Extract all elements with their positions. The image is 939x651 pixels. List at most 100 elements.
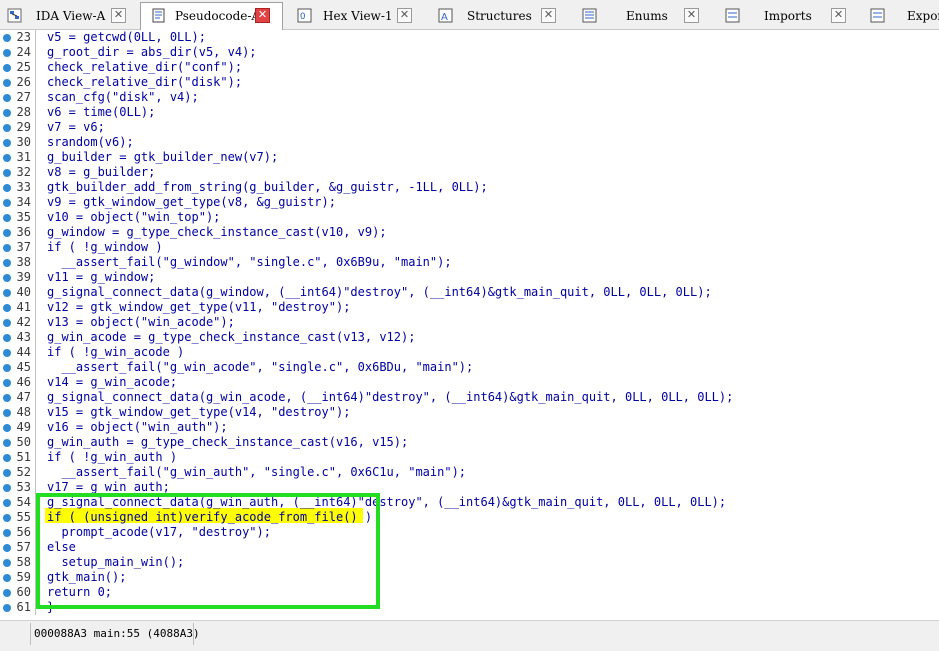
breakpoint-dot-icon[interactable]	[3, 199, 11, 207]
code-text[interactable]: check_relative_dir("disk");	[47, 75, 242, 90]
close-icon[interactable]: ✕	[111, 8, 126, 23]
breakpoint-dot-icon[interactable]	[3, 574, 11, 582]
breakpoint-dot-icon[interactable]	[3, 34, 11, 42]
close-icon[interactable]: ✕	[684, 8, 699, 23]
close-icon[interactable]: ✕	[397, 8, 412, 23]
breakpoint-dot-icon[interactable]	[3, 514, 11, 522]
tab-imports[interactable]: Imports ✕	[719, 3, 861, 29]
code-text[interactable]: g_signal_connect_data(g_win_acode, (__in…	[47, 390, 733, 405]
code-line[interactable]: 44 if ( !g_win_acode )	[0, 345, 939, 360]
code-text[interactable]: v6 = time(0LL);	[47, 105, 155, 120]
code-text[interactable]: v12 = gtk_window_get_type(v11, "destroy"…	[47, 300, 350, 315]
code-text[interactable]: v10 = object("win_top");	[47, 210, 220, 225]
code-line[interactable]: 29 v7 = v6;	[0, 120, 939, 135]
breakpoint-dot-icon[interactable]	[3, 559, 11, 567]
breakpoint-dot-icon[interactable]	[3, 244, 11, 252]
breakpoint-dot-icon[interactable]	[3, 169, 11, 177]
breakpoint-dot-icon[interactable]	[3, 109, 11, 117]
tab-enums[interactable]: Enums ✕	[575, 3, 711, 29]
breakpoint-dot-icon[interactable]	[3, 229, 11, 237]
tab-pseudocode-a[interactable]: Pseudocode-A ✕	[140, 2, 283, 30]
breakpoint-dot-icon[interactable]	[3, 334, 11, 342]
code-line[interactable]: 41 v12 = gtk_window_get_type(v11, "destro…	[0, 300, 939, 315]
breakpoint-dot-icon[interactable]	[3, 94, 11, 102]
code-line[interactable]: 31 g_builder = gtk_builder_new(v7);	[0, 150, 939, 165]
breakpoint-dot-icon[interactable]	[3, 409, 11, 417]
code-text[interactable]: if ( !g_window )	[47, 240, 163, 255]
code-text[interactable]: __assert_fail("g_win_auth", "single.c", …	[47, 465, 466, 480]
close-icon[interactable]: ✕	[541, 8, 556, 23]
breakpoint-dot-icon[interactable]	[3, 319, 11, 327]
code-text[interactable]: check_relative_dir("conf");	[47, 60, 242, 75]
breakpoint-dot-icon[interactable]	[3, 64, 11, 72]
breakpoint-dot-icon[interactable]	[3, 469, 11, 477]
code-text[interactable]: __assert_fail("g_win_acode", "single.c",…	[47, 360, 473, 375]
code-line[interactable]: 37 if ( !g_window )	[0, 240, 939, 255]
code-line[interactable]: 39 v11 = g_window;	[0, 270, 939, 285]
code-line[interactable]: 52 __assert_fail("g_win_auth", "single.c…	[0, 465, 939, 480]
code-text[interactable]: g_signal_connect_data(g_window, (__int64…	[47, 285, 712, 300]
code-line[interactable]: 36 g_window = g_type_check_instance_cast(…	[0, 225, 939, 240]
code-line[interactable]: 38 __assert_fail("g_window", "single.c",…	[0, 255, 939, 270]
code-text[interactable]: v13 = object("win_acode");	[47, 315, 235, 330]
code-text[interactable]: g_win_acode = g_type_check_instance_cast…	[47, 330, 415, 345]
code-line[interactable]: 34 v9 = gtk_window_get_type(v8, &g_guistr…	[0, 195, 939, 210]
breakpoint-dot-icon[interactable]	[3, 439, 11, 447]
breakpoint-dot-icon[interactable]	[3, 379, 11, 387]
breakpoint-dot-icon[interactable]	[3, 184, 11, 192]
breakpoint-dot-icon[interactable]	[3, 544, 11, 552]
code-line[interactable]: 45 __assert_fail("g_win_acode", "single.…	[0, 360, 939, 375]
breakpoint-dot-icon[interactable]	[3, 274, 11, 282]
code-text[interactable]: g_root_dir = abs_dir(v5, v4);	[47, 45, 257, 60]
code-text[interactable]: v9 = gtk_window_get_type(v8, &g_guistr);	[47, 195, 336, 210]
breakpoint-dot-icon[interactable]	[3, 529, 11, 537]
code-text[interactable]: v15 = gtk_window_get_type(v14, "destroy"…	[47, 405, 350, 420]
code-text[interactable]: srandom(v6);	[47, 135, 134, 150]
code-line[interactable]: 32 v8 = g_builder;	[0, 165, 939, 180]
code-text[interactable]: __assert_fail("g_window", "single.c", 0x…	[47, 255, 451, 270]
breakpoint-dot-icon[interactable]	[3, 214, 11, 222]
breakpoint-dot-icon[interactable]	[3, 484, 11, 492]
close-icon[interactable]: ✕	[255, 8, 270, 23]
breakpoint-dot-icon[interactable]	[3, 424, 11, 432]
tab-hex-view-1[interactable]: O Hex View-1 ✕	[291, 3, 425, 29]
code-text[interactable]: if ( !g_win_acode )	[47, 345, 184, 360]
breakpoint-dot-icon[interactable]	[3, 364, 11, 372]
code-text[interactable]: v7 = v6;	[47, 120, 105, 135]
code-line[interactable]: 24 g_root_dir = abs_dir(v5, v4);	[0, 45, 939, 60]
breakpoint-dot-icon[interactable]	[3, 79, 11, 87]
code-line[interactable]: 30 srandom(v6);	[0, 135, 939, 150]
code-line[interactable]: 33 gtk_builder_add_from_string(g_builder,…	[0, 180, 939, 195]
tab-ida-view-a[interactable]: IDA View-A ✕	[0, 3, 131, 29]
code-text[interactable]: g_builder = gtk_builder_new(v7);	[47, 150, 278, 165]
code-text[interactable]: g_window = g_type_check_instance_cast(v1…	[47, 225, 387, 240]
breakpoint-dot-icon[interactable]	[3, 304, 11, 312]
code-line[interactable]: 40 g_signal_connect_data(g_window, (__int…	[0, 285, 939, 300]
code-text[interactable]: g_win_auth = g_type_check_instance_cast(…	[47, 435, 408, 450]
code-line[interactable]: 43 g_win_acode = g_type_check_instance_ca…	[0, 330, 939, 345]
code-line[interactable]: 48 v15 = gtk_window_get_type(v14, "destro…	[0, 405, 939, 420]
code-text[interactable]: gtk_builder_add_from_string(g_builder, &…	[47, 180, 488, 195]
code-text[interactable]: v14 = g_win_acode;	[47, 375, 177, 390]
breakpoint-dot-icon[interactable]	[3, 589, 11, 597]
breakpoint-dot-icon[interactable]	[3, 349, 11, 357]
close-icon[interactable]: ✕	[831, 8, 846, 23]
code-line[interactable]: 49 v16 = object("win_auth");	[0, 420, 939, 435]
code-line[interactable]: 46 v14 = g_win_acode;	[0, 375, 939, 390]
breakpoint-dot-icon[interactable]	[3, 394, 11, 402]
code-line[interactable]: 42 v13 = object("win_acode");	[0, 315, 939, 330]
tab-exports[interactable]: Expor	[862, 3, 939, 29]
code-line[interactable]: 47 g_signal_connect_data(g_win_acode, (__…	[0, 390, 939, 405]
tab-structures[interactable]: A Structures ✕	[432, 3, 568, 29]
breakpoint-dot-icon[interactable]	[3, 139, 11, 147]
breakpoint-dot-icon[interactable]	[3, 49, 11, 57]
code-text[interactable]: v16 = object("win_auth");	[47, 420, 228, 435]
code-text[interactable]: scan_cfg("disk", v4);	[47, 90, 199, 105]
code-text[interactable]: if ( !g_win_auth )	[47, 450, 177, 465]
breakpoint-dot-icon[interactable]	[3, 289, 11, 297]
code-text[interactable]: v5 = getcwd(0LL, 0LL);	[47, 30, 206, 45]
code-line[interactable]: 26 check_relative_dir("disk");	[0, 75, 939, 90]
code-text[interactable]: v11 = g_window;	[47, 270, 155, 285]
code-line[interactable]: 35 v10 = object("win_top");	[0, 210, 939, 225]
breakpoint-dot-icon[interactable]	[3, 604, 11, 612]
